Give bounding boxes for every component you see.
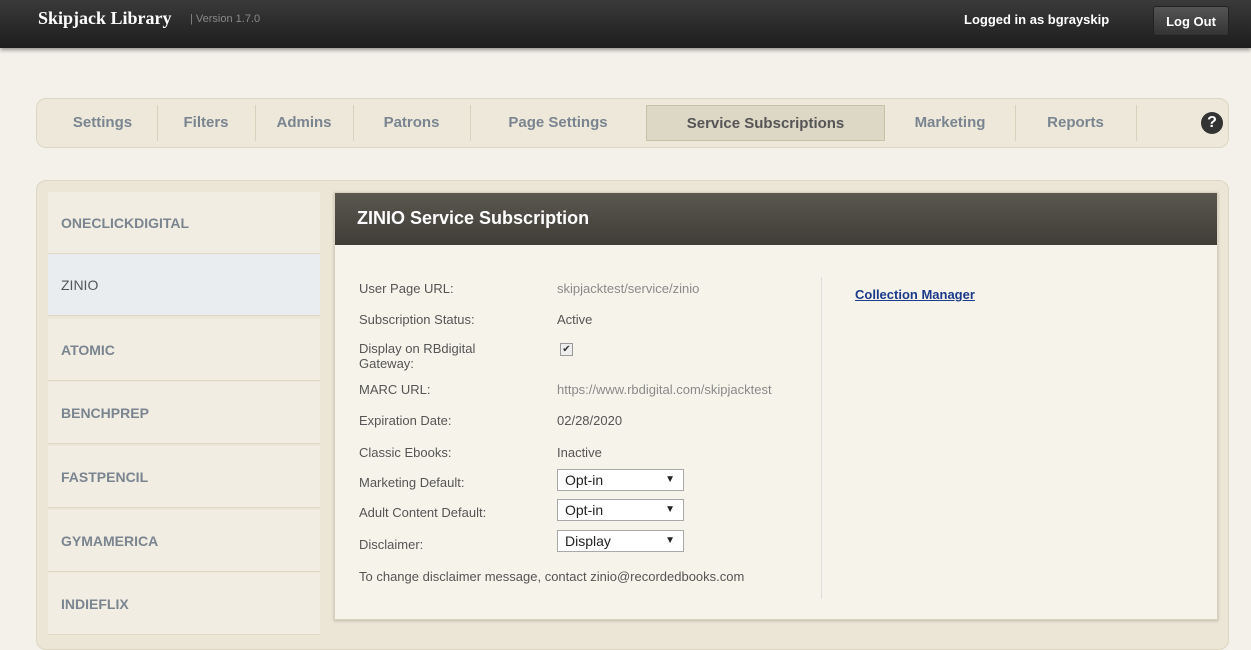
column-divider [821, 277, 822, 599]
help-icon[interactable]: ? [1201, 112, 1223, 134]
adult-content-label: Adult Content Default: [359, 505, 487, 520]
brand-title: Skipjack Library [38, 8, 172, 28]
top-bar: Skipjack Library | Version 1.7.0 Logged … [0, 0, 1251, 48]
marc-url-label: MARC URL: [359, 382, 431, 397]
subscription-panel: ZINIO Service Subscription User Page URL… [334, 192, 1218, 620]
classic-ebooks-label: Classic Ebooks: [359, 445, 452, 460]
display-gateway-label-line2: Gateway: [359, 356, 414, 371]
disclaimer-select[interactable]: Display ▼ [557, 530, 684, 552]
chevron-down-icon: ▼ [665, 474, 675, 485]
logged-in-user: Logged in as bgrayskip [964, 12, 1110, 27]
tab-page-settings[interactable]: Page Settings [470, 105, 647, 141]
collection-manager-link[interactable]: Collection Manager [855, 287, 975, 302]
main-tab-bar: Settings Filters Admins Patrons Page Set… [36, 98, 1229, 148]
chevron-down-icon: ▼ [665, 504, 675, 515]
tab-marketing[interactable]: Marketing [885, 105, 1016, 141]
marc-url-value: https://www.rbdigital.com/skipjacktest [557, 382, 772, 397]
version-label: | Version 1.7.0 [190, 13, 261, 25]
marketing-default-select[interactable]: Opt-in ▼ [557, 469, 684, 491]
user-page-url-label: User Page URL: [359, 281, 454, 296]
expiration-date-label: Expiration Date: [359, 413, 452, 428]
disclaimer-note: To change disclaimer message, contact zi… [359, 569, 745, 584]
tab-patrons[interactable]: Patrons [353, 105, 471, 141]
tab-admins[interactable]: Admins [255, 105, 354, 141]
sidebar-item-benchprep[interactable]: BENCHPREP [48, 382, 320, 444]
marketing-default-label: Marketing Default: [359, 475, 465, 490]
subscription-title: ZINIO Service Subscription [335, 193, 1217, 245]
user-page-url-value: skipjacktest/service/zinio [557, 281, 700, 296]
adult-content-value: Opt-in [565, 502, 604, 518]
chevron-down-icon: ▼ [665, 535, 675, 546]
sidebar-item-fastpencil[interactable]: FASTPENCIL [48, 446, 320, 508]
adult-content-select[interactable]: Opt-in ▼ [557, 499, 684, 521]
expiration-date-value: 02/28/2020 [557, 413, 623, 428]
tab-reports[interactable]: Reports [1015, 105, 1137, 141]
sidebar-item-gymamerica[interactable]: GYMAMERICA [48, 510, 320, 572]
tab-filters[interactable]: Filters [157, 105, 256, 141]
subscription-status-label: Subscription Status: [359, 312, 475, 327]
sidebar-item-indieflix[interactable]: INDIEFLIX [48, 573, 320, 635]
display-gateway-label-line1: Display on RBdigital [359, 341, 476, 356]
logout-button[interactable]: Log Out [1153, 6, 1229, 36]
display-gateway-label: Display on RBdigital Gateway: [359, 341, 475, 371]
sidebar-item-zinio[interactable]: ZINIO [48, 254, 320, 316]
tab-settings[interactable]: Settings [48, 105, 158, 141]
sidebar-item-atomic[interactable]: ATOMIC [48, 319, 320, 381]
disclaimer-label: Disclaimer: [359, 537, 424, 552]
classic-ebooks-value: Inactive [557, 445, 602, 460]
tab-service-subscriptions[interactable]: Service Subscriptions [646, 105, 885, 141]
disclaimer-value: Display [565, 533, 611, 549]
subscription-status-value: Active [557, 312, 593, 327]
marketing-default-value: Opt-in [565, 472, 604, 488]
display-gateway-checkbox[interactable]: ✔ [560, 343, 573, 356]
sidebar-item-oneclickdigital[interactable]: ONECLICKDIGITAL [48, 192, 320, 254]
service-sidebar: ONECLICKDIGITAL ZINIO ATOMIC BENCHPREP F… [48, 192, 320, 642]
